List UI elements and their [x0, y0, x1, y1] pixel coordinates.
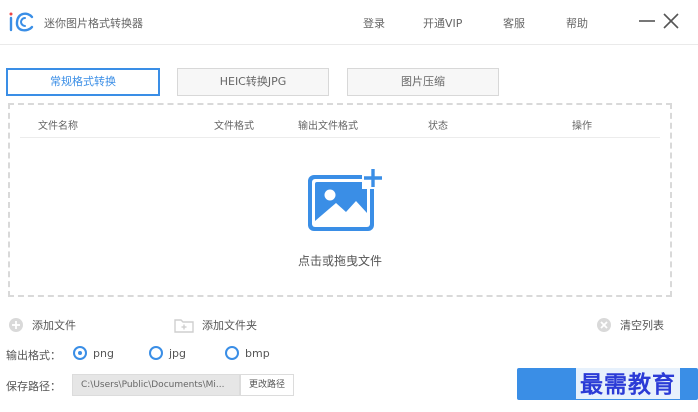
radio-bmp-label: bmp — [245, 346, 270, 360]
column-header-filename: 文件名称 — [38, 121, 78, 132]
menu-support[interactable]: 客服 — [503, 15, 525, 31]
radio-jpg[interactable]: jpg — [149, 346, 186, 360]
radio-jpg-label: jpg — [169, 346, 187, 360]
title-divider — [0, 44, 698, 45]
save-path-field[interactable]: C:\Users\Public\Documents\Mi... — [72, 374, 240, 396]
tab-regular-convert[interactable]: 常规格式转换 — [6, 68, 160, 96]
menu-login[interactable]: 登录 — [363, 15, 385, 31]
close-icon[interactable] — [660, 10, 682, 32]
file-drop-zone[interactable]: 文件名称 文件格式 输出文件格式 状态 操作 点击或拖曳文件 — [8, 103, 672, 297]
add-folder-button[interactable]: 添加文件夹 — [174, 316, 257, 334]
menu-help[interactable]: 帮助 — [566, 15, 588, 31]
app-title: 迷你图片格式转换器 — [44, 17, 143, 30]
save-path-label: 保存路径： — [6, 380, 61, 393]
header-divider — [20, 137, 660, 138]
watermark-logo: 最需教育 — [576, 365, 680, 399]
plus-circle-icon — [9, 318, 23, 332]
change-path-button[interactable]: 更改路径 — [240, 374, 294, 396]
clear-list-button[interactable]: 清空列表 — [596, 316, 664, 334]
minimize-icon[interactable] — [636, 10, 658, 32]
tab-heic-to-jpg[interactable]: HEIC转换JPG — [177, 68, 329, 96]
radio-bmp-indicator — [225, 346, 239, 360]
image-plus-icon[interactable] — [306, 165, 386, 233]
add-folder-label: 添加文件夹 — [202, 319, 257, 332]
add-file-label: 添加文件 — [32, 319, 76, 332]
clear-list-label: 清空列表 — [620, 319, 664, 332]
clear-circle-icon — [597, 318, 611, 332]
column-header-status: 状态 — [428, 121, 448, 132]
column-header-output-format: 输出文件格式 — [298, 121, 358, 132]
add-file-button[interactable]: 添加文件 — [8, 316, 76, 334]
column-header-actions: 操作 — [572, 121, 592, 132]
radio-jpg-indicator — [149, 346, 163, 360]
drop-hint: 点击或拖曳文件 — [297, 254, 382, 268]
title-bar: 迷你图片格式转换器 登录 开通VIP 客服 帮助 — [0, 0, 698, 44]
menu-vip[interactable]: 开通VIP — [423, 15, 462, 31]
tab-image-compress[interactable]: 图片压缩 — [347, 68, 499, 96]
output-format-label: 输出格式： — [6, 349, 61, 362]
column-header-format: 文件格式 — [214, 121, 254, 132]
folder-plus-icon — [174, 319, 194, 333]
radio-bmp[interactable]: bmp — [225, 346, 270, 360]
radio-png-indicator — [73, 346, 87, 360]
app-logo-icon — [9, 12, 34, 32]
radio-png-label: png — [93, 346, 114, 360]
radio-png[interactable]: png — [73, 346, 114, 360]
